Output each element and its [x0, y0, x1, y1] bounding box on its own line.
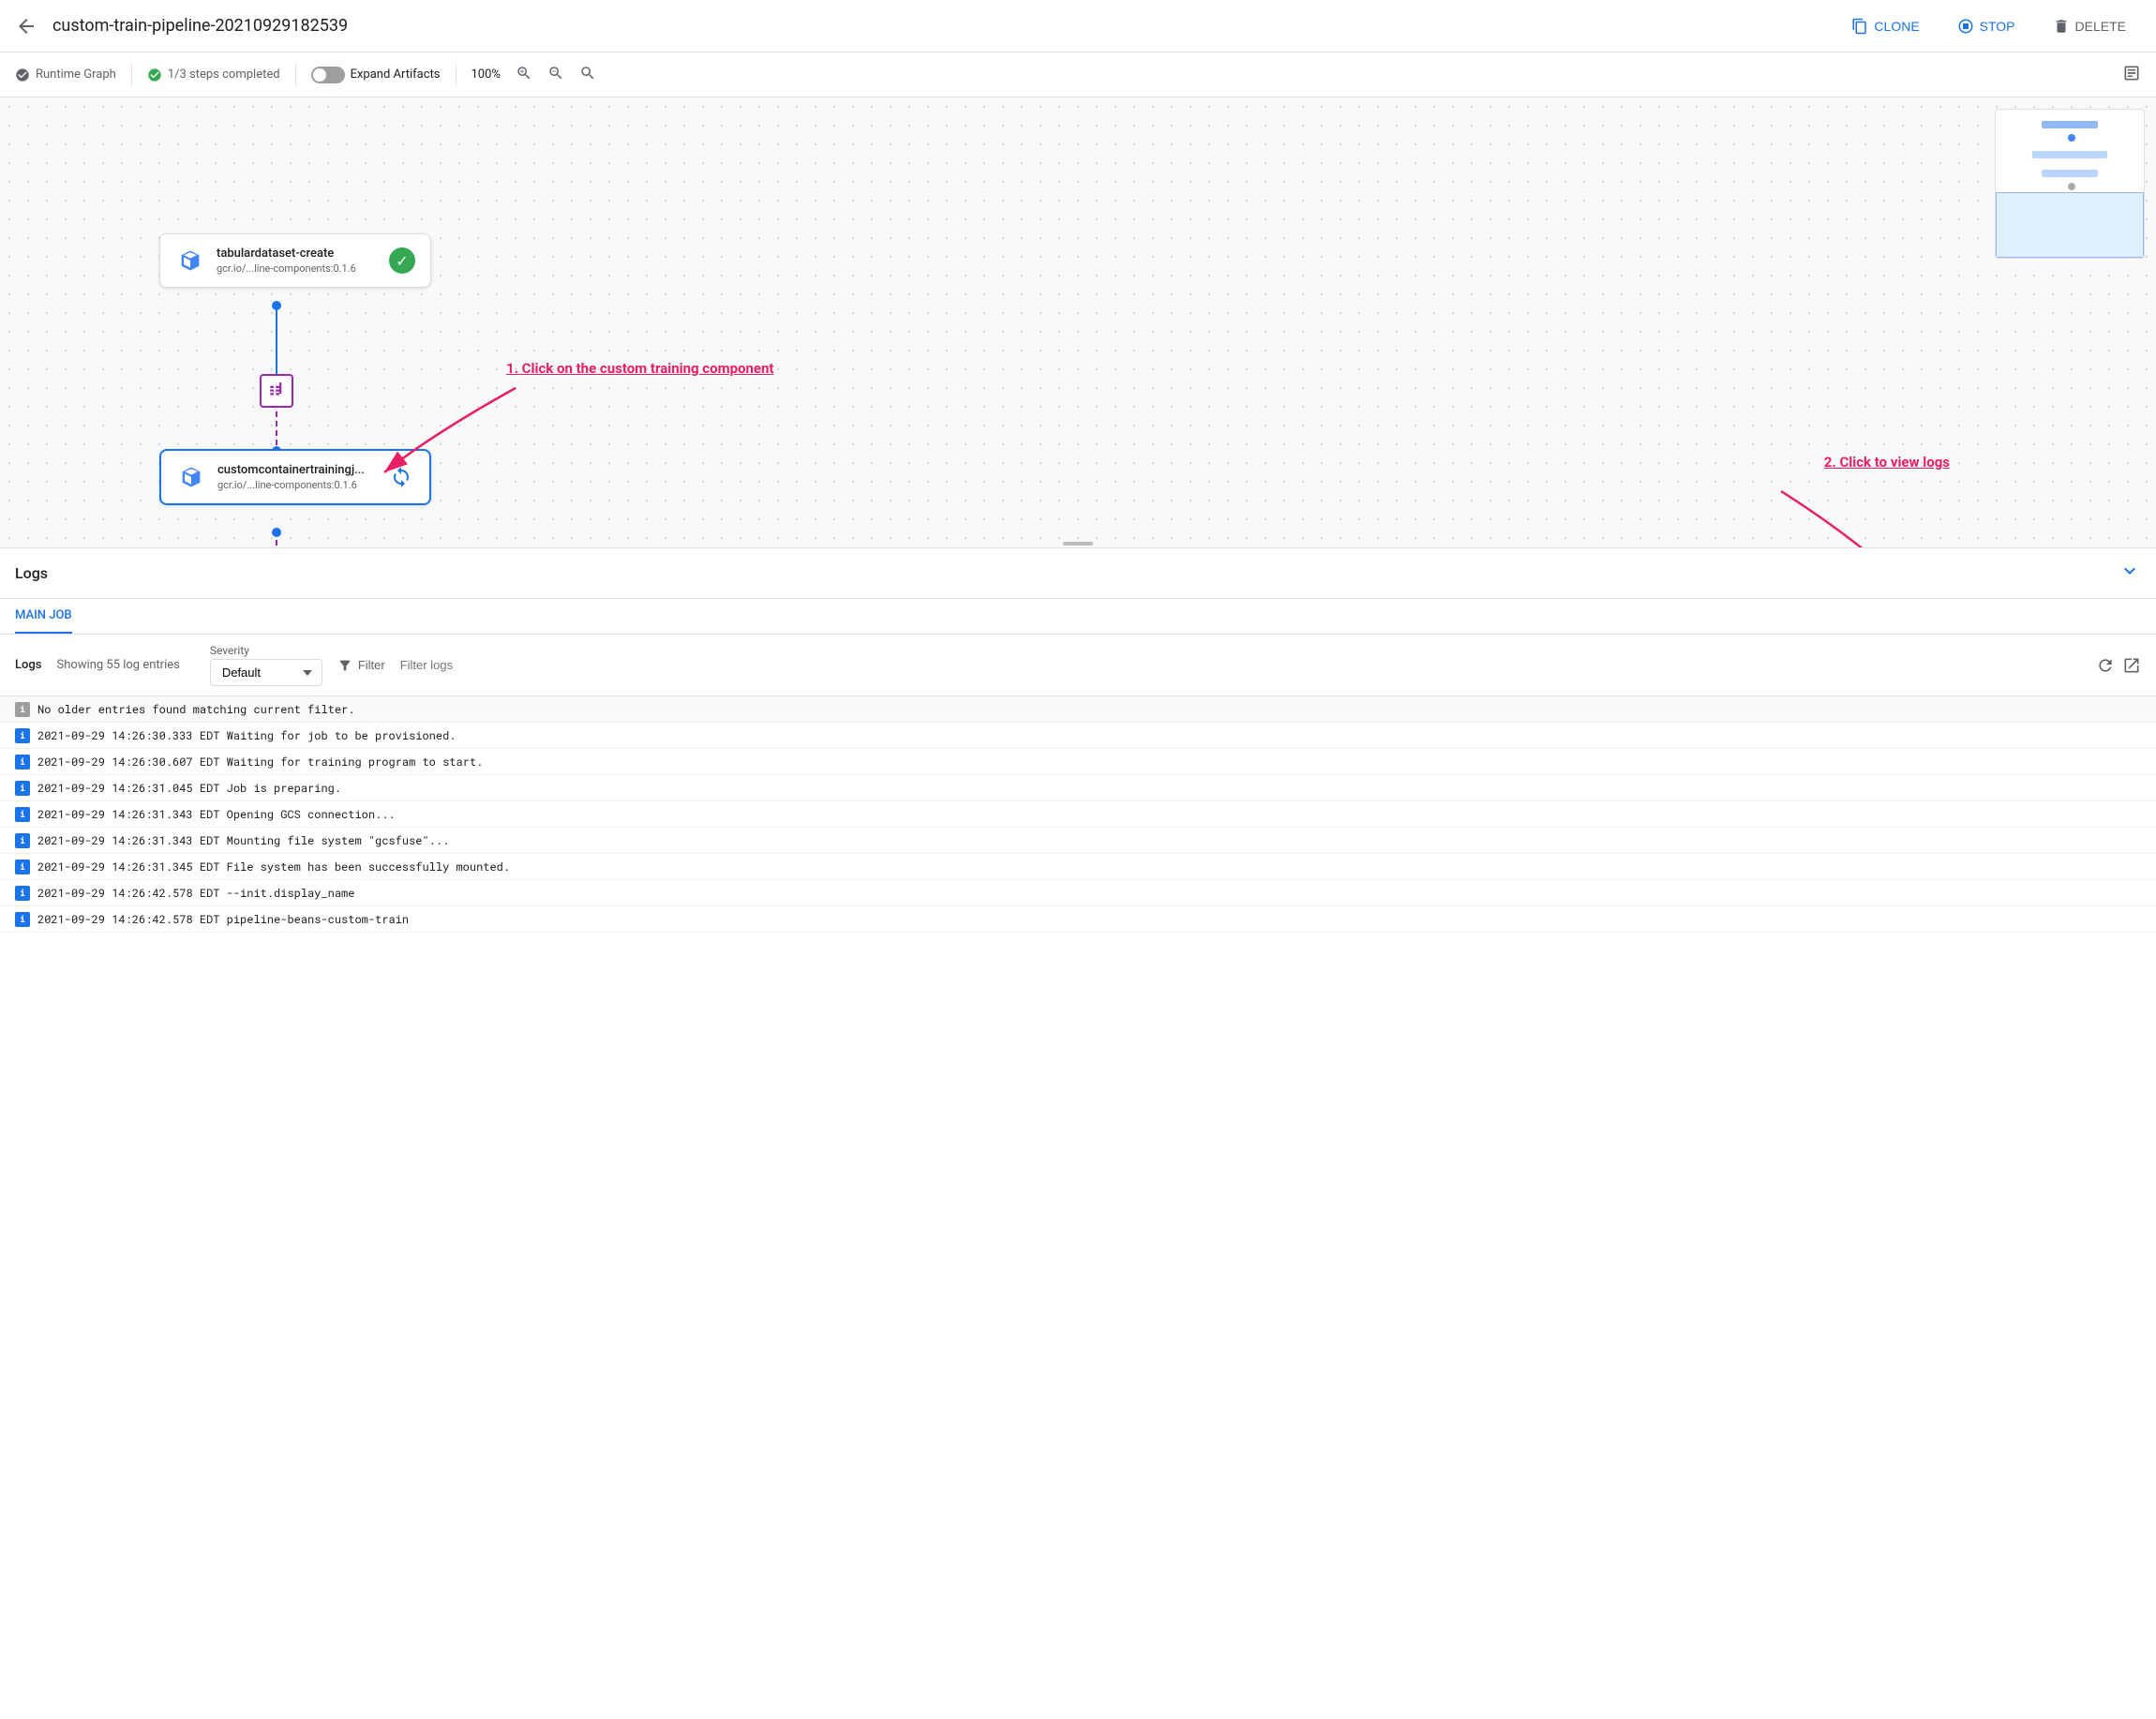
log-text-8: 2021-09-29 14:26:42.578 EDT pipeline-bea…	[37, 912, 409, 927]
filter-button[interactable]: Filter	[337, 658, 385, 673]
toolbar-right	[2122, 64, 2141, 86]
runtime-graph-label: Runtime Graph	[36, 67, 116, 82]
log-text-3: 2021-09-29 14:26:31.045 EDT Job is prepa…	[37, 781, 341, 796]
log-entry-4: i 2021-09-29 14:26:31.343 EDT Opening GC…	[0, 801, 2156, 828]
node-2-title: customcontainertrainingj...	[217, 463, 377, 477]
filter-input[interactable]	[400, 658, 2081, 672]
page-title: custom-train-pipeline-20210929182539	[52, 16, 1821, 36]
toolbar: Runtime Graph 1/3 steps completed Expand…	[0, 52, 2156, 97]
log-text-7: 2021-09-29 14:26:42.578 EDT --init.displ…	[37, 886, 354, 901]
refresh-logs-button[interactable]	[2096, 656, 2115, 675]
expand-artifacts-toggle[interactable]	[311, 67, 345, 83]
node-1-icon	[175, 246, 205, 276]
connector-node[interactable]	[260, 374, 293, 408]
annotation-1: 1. Click on the custom training componen…	[506, 360, 773, 377]
log-entry-2: i 2021-09-29 14:26:30.607 EDT Waiting fo…	[0, 749, 2156, 775]
logs-actions	[2096, 656, 2141, 675]
back-button[interactable]	[15, 15, 37, 37]
log-icon-6: i	[15, 860, 30, 874]
node-1-status: ✓	[389, 247, 415, 274]
logs-expand-icon[interactable]	[2119, 560, 2141, 587]
log-text-1: 2021-09-29 14:26:30.333 EDT Waiting for …	[37, 728, 456, 743]
log-icon-8: i	[15, 912, 30, 927]
tab-main-job[interactable]: MAIN JOB	[15, 599, 72, 634]
node-1-info: tabulardataset-create gcr.io/...line-com…	[217, 247, 378, 275]
log-entries: i No older entries found matching curren…	[0, 696, 2156, 933]
node-2-icon	[176, 462, 206, 492]
logs-title: Logs	[15, 564, 2119, 582]
open-logs-button[interactable]	[2122, 656, 2141, 675]
minimap[interactable]	[1995, 109, 2145, 259]
log-icon-4: i	[15, 807, 30, 822]
log-icon-5: i	[15, 833, 30, 848]
delete-button[interactable]: DELETE	[2038, 12, 2141, 40]
node-2-info: customcontainertrainingj... gcr.io/...li…	[217, 463, 377, 491]
panel-icon[interactable]	[2122, 64, 2141, 82]
severity-select[interactable]: Default	[210, 659, 322, 686]
zoom-in-icon[interactable]	[516, 65, 532, 85]
node-1-subtitle: gcr.io/...line-components:0.1.6	[217, 262, 378, 275]
logs-header: Logs	[0, 548, 2156, 599]
log-entry-8: i 2021-09-29 14:26:42.578 EDT pipeline-b…	[0, 906, 2156, 933]
log-text-2: 2021-09-29 14:26:30.607 EDT Waiting for …	[37, 755, 483, 770]
runtime-graph-btn[interactable]: Runtime Graph	[15, 67, 116, 82]
clone-button[interactable]: CLONE	[1836, 12, 1934, 40]
log-entry-1: i 2021-09-29 14:26:30.333 EDT Waiting fo…	[0, 723, 2156, 749]
log-text-5: 2021-09-29 14:26:31.343 EDT Mounting fil…	[37, 833, 449, 848]
pipeline-canvas: tabulardataset-create gcr.io/...line-com…	[0, 97, 2156, 547]
annotation-arrow-1	[356, 379, 525, 491]
log-entry-5: i 2021-09-29 14:26:31.343 EDT Mounting f…	[0, 828, 2156, 854]
log-text-4: 2021-09-29 14:26:31.343 EDT Opening GCS …	[37, 807, 396, 822]
log-entry-no-older: i No older entries found matching curren…	[0, 696, 2156, 723]
log-entry-7: i 2021-09-29 14:26:42.578 EDT --init.dis…	[0, 880, 2156, 906]
log-text-no-older: No older entries found matching current …	[37, 702, 354, 717]
expand-artifacts-toggle-area[interactable]: Expand Artifacts	[311, 67, 441, 83]
toolbar-divider-2	[295, 64, 296, 86]
minimap-content	[1996, 110, 2144, 198]
log-entry-3: i 2021-09-29 14:26:31.045 EDT Job is pre…	[0, 775, 2156, 801]
steps-completed-label: 1/3 steps completed	[168, 67, 280, 82]
steps-completed: 1/3 steps completed	[147, 67, 280, 82]
log-icon-7: i	[15, 886, 30, 901]
zoom-fit-icon[interactable]	[579, 65, 596, 85]
log-icon-info-gray: i	[15, 702, 30, 717]
logs-toolbar: Logs Showing 55 log entries Severity Def…	[0, 635, 2156, 696]
annotation-arrow-2	[1772, 482, 1959, 547]
log-icon-2: i	[15, 755, 30, 770]
logs-count: Showing 55 log entries	[56, 658, 179, 672]
log-icon-3: i	[15, 781, 30, 796]
stop-button[interactable]: STOP	[1942, 12, 2030, 40]
node-2-subtitle: gcr.io/...line-components:0.1.6	[217, 479, 377, 491]
annotation-2: 2. Click to view logs	[1824, 454, 1950, 471]
toolbar-divider-3	[456, 64, 457, 86]
header: custom-train-pipeline-20210929182539 CLO…	[0, 0, 2156, 52]
zoom-out-icon[interactable]	[547, 65, 564, 85]
minimap-viewport	[1996, 192, 2144, 258]
expand-artifacts-label: Expand Artifacts	[351, 67, 441, 82]
log-text-6: 2021-09-29 14:26:31.345 EDT File system …	[37, 860, 510, 874]
drag-handle[interactable]	[1059, 540, 1097, 547]
log-icon-1: i	[15, 728, 30, 743]
log-entry-6: i 2021-09-29 14:26:31.345 EDT File syste…	[0, 854, 2156, 880]
logs-label: Logs	[15, 658, 41, 672]
toolbar-divider-1	[131, 64, 132, 86]
logs-section: Logs MAIN JOB Logs Showing 55 log entrie…	[0, 547, 2156, 933]
severity-wrapper: Severity Default	[210, 644, 322, 686]
zoom-percent: 100%	[472, 67, 501, 82]
header-actions: CLONE STOP DELETE	[1836, 12, 2141, 40]
pipeline-node-1[interactable]: tabulardataset-create gcr.io/...line-com…	[159, 233, 431, 288]
severity-label: Severity	[210, 644, 322, 657]
node-1-title: tabulardataset-create	[217, 247, 378, 261]
logs-tabs: MAIN JOB	[0, 599, 2156, 635]
